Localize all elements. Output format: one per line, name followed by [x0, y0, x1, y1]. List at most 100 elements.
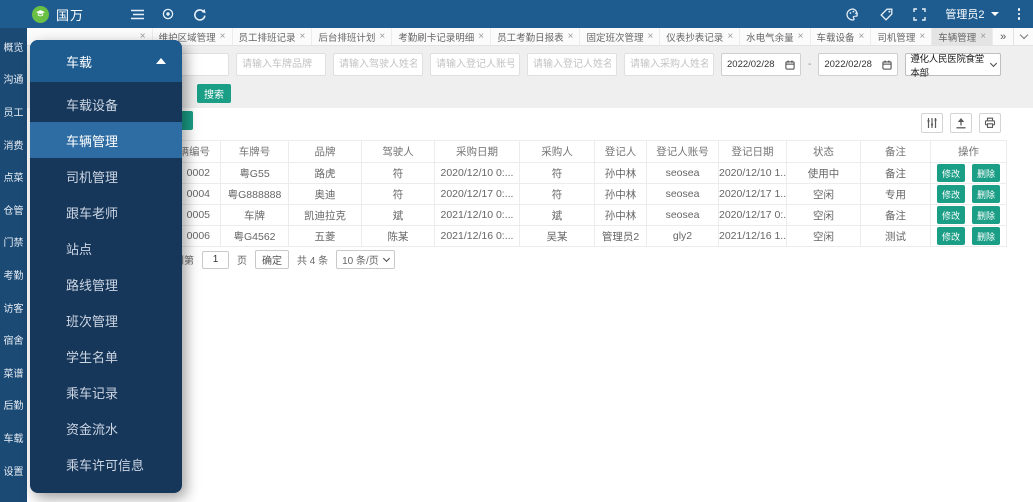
sidebar-item-staff[interactable]: 员工: [0, 95, 27, 128]
more-options-icon[interactable]: [1017, 8, 1020, 20]
search-button[interactable]: 搜索: [197, 84, 231, 103]
tab-vehicle-device[interactable]: 车载设备 ×: [811, 28, 872, 45]
sidebar-item-settings[interactable]: 设置: [0, 454, 27, 487]
menu-item-fund-flow[interactable]: 资金流水: [30, 411, 182, 447]
cell: 测试: [860, 225, 931, 247]
menu-item-driver-mgmt[interactable]: 司机管理: [30, 158, 182, 194]
cell: 符: [519, 162, 595, 184]
total-count-label: 共 4 条: [297, 256, 329, 267]
close-icon[interactable]: ×: [647, 31, 653, 42]
tab-attendance-card-detail[interactable]: 考勤刷卡记录明细 ×: [392, 28, 492, 45]
registrant-account-input[interactable]: [430, 53, 520, 76]
tab-staff-shift-record[interactable]: 员工排班记录 ×: [233, 28, 313, 45]
sidebar-item-vehicle[interactable]: 车载: [0, 421, 27, 454]
tab-fixed-shift-mgmt[interactable]: 固定班次管理 ×: [580, 28, 661, 45]
close-icon[interactable]: ×: [379, 31, 385, 42]
cell: 2021/12/16 0:...: [434, 225, 520, 247]
edit-button[interactable]: 修改: [937, 185, 966, 203]
tab-collapse-button[interactable]: [1013, 28, 1033, 45]
close-icon[interactable]: ×: [859, 31, 865, 42]
sidebar-item-logistics[interactable]: 后勤: [0, 389, 27, 422]
filter-columns-button[interactable]: [921, 113, 943, 133]
globe-icon[interactable]: [161, 7, 175, 21]
cell: 粤G888888: [220, 183, 289, 205]
delete-button[interactable]: 删除: [971, 206, 1000, 224]
col-status: 状态: [786, 140, 861, 163]
tab-utility-balance[interactable]: 水电气余量 ×: [740, 28, 811, 45]
menu-item-student-list[interactable]: 学生名单: [30, 339, 182, 375]
fullscreen-icon[interactable]: [912, 7, 926, 21]
edit-button[interactable]: 修改: [937, 227, 966, 245]
tab-vehicle-mgmt-active[interactable]: 车辆管理 ×: [932, 28, 994, 45]
date-to-input[interactable]: 2022/02/28: [818, 53, 899, 76]
sidebar-item-communication[interactable]: 沟通: [0, 63, 27, 96]
close-icon[interactable]: ×: [980, 31, 986, 42]
menu-item-station[interactable]: 站点: [30, 230, 182, 266]
sidebar-item-visitor[interactable]: 访客: [0, 291, 27, 324]
close-icon[interactable]: ×: [568, 31, 574, 42]
purchaser-name-input[interactable]: [624, 53, 714, 76]
plate-brand-input[interactable]: [236, 53, 326, 76]
menu-item-ride-permit[interactable]: 乘车许可信息: [30, 447, 182, 483]
menu-item-bus-teacher[interactable]: 跟车老师: [30, 194, 182, 230]
close-icon[interactable]: ×: [220, 31, 226, 42]
menu-item-vehicle-device[interactable]: 车载设备: [30, 86, 182, 122]
print-button[interactable]: [979, 113, 1001, 133]
close-icon[interactable]: ×: [300, 31, 306, 42]
org-select-value: 遵化人民医院食堂本部: [910, 53, 984, 79]
delete-button[interactable]: 删除: [971, 227, 1000, 245]
date-from-input[interactable]: 2022/02/28: [721, 53, 801, 76]
close-icon[interactable]: ×: [798, 31, 804, 42]
flyout-header[interactable]: 车载: [30, 40, 182, 82]
tab-label: 固定班次管理: [586, 32, 644, 44]
edit-button[interactable]: 修改: [937, 206, 966, 224]
collapse-menu-icon[interactable]: [130, 7, 144, 21]
tab-backstage-shift-plan[interactable]: 后台排班计划 ×: [312, 28, 393, 45]
col-registrant-account: 登记人账号: [646, 140, 719, 163]
tab-attendance-daily-report[interactable]: 员工考勤日报表 ×: [491, 28, 581, 45]
export-button[interactable]: [950, 113, 972, 133]
delete-button[interactable]: 删除: [971, 164, 1000, 182]
delete-button[interactable]: 删除: [971, 185, 1000, 203]
cell: 专用: [860, 183, 931, 205]
menu-item-shift-mgmt[interactable]: 班次管理: [30, 303, 182, 339]
sidebar-item-ordering[interactable]: 点菜: [0, 160, 27, 193]
col-brand: 品牌: [288, 140, 362, 163]
confirm-page-button[interactable]: 确定: [255, 250, 289, 269]
sidebar-item-attendance[interactable]: 考勤: [0, 258, 27, 291]
registrant-name-input[interactable]: [527, 53, 617, 76]
menu-item-route-mgmt[interactable]: 路线管理: [30, 266, 182, 302]
table-row: 0002 粤G55 路虎 符 2020/12/10 0:... 符 孙中林 se…: [140, 162, 1007, 184]
close-icon[interactable]: ×: [478, 31, 484, 42]
actions-cell: 修改 删除: [930, 204, 1007, 226]
tab-driver-mgmt[interactable]: 司机管理 ×: [871, 28, 933, 45]
sidebar-item-menu[interactable]: 菜谱: [0, 356, 27, 389]
user-menu[interactable]: 管理员2: [945, 6, 999, 22]
page-number-input[interactable]: [202, 250, 229, 269]
table-row: 0006 粤G4562 五菱 陈某 2021/12/16 0:... 吴某 管理…: [140, 225, 1007, 247]
edit-button[interactable]: 修改: [937, 164, 966, 182]
theme-palette-icon[interactable]: [846, 7, 860, 21]
sidebar-item-warehouse[interactable]: 仓管: [0, 193, 27, 226]
sidebar-item-overview[interactable]: 概览: [0, 30, 27, 63]
menu-item-vehicle-mgmt[interactable]: 车辆管理: [30, 122, 182, 159]
org-select[interactable]: 遵化人民医院食堂本部: [905, 53, 1002, 79]
tag-icon[interactable]: [879, 7, 893, 21]
menu-item-ride-record[interactable]: 乘车记录: [30, 375, 182, 411]
close-icon[interactable]: ×: [919, 31, 925, 42]
cell: 粤G55: [220, 162, 289, 184]
cell: 2020/12/17 0:...: [434, 183, 520, 205]
cell: 2020/12/10 1...: [718, 162, 787, 184]
sidebar-item-access[interactable]: 门禁: [0, 226, 27, 259]
close-icon[interactable]: ×: [727, 31, 733, 42]
col-actions: 操作: [930, 140, 1007, 163]
tab-meter-reading-record[interactable]: 仪表抄表记录 ×: [660, 28, 741, 45]
driver-name-input[interactable]: [333, 53, 423, 76]
page-size-select[interactable]: 10 条/页: [336, 250, 395, 269]
cell: 符: [361, 183, 435, 205]
sidebar-item-dormitory[interactable]: 宿舍: [0, 323, 27, 356]
tab-label: 仪表抄表记录: [666, 32, 724, 44]
sidebar-item-consumption[interactable]: 消费: [0, 128, 27, 161]
refresh-icon[interactable]: [192, 7, 206, 21]
tab-overflow-button[interactable]: »: [993, 28, 1013, 45]
